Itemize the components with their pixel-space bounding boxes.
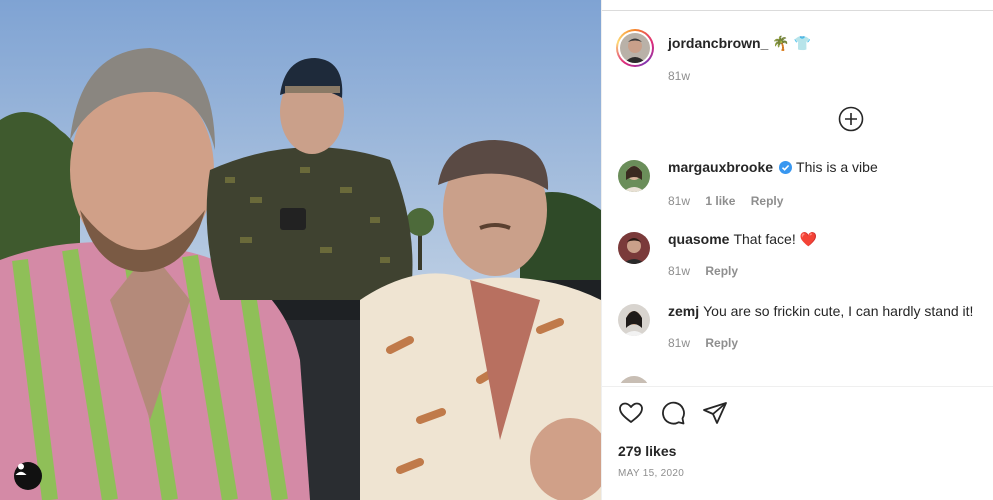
paper-plane-icon[interactable] (702, 400, 728, 426)
comment-item: margauxbrooke This is a vibe 81w 1 like R… (618, 158, 988, 230)
author-emojis: 🌴 👕 (772, 35, 812, 51)
commenter-avatar[interactable] (618, 160, 650, 192)
post-side-panel: jordancbrown_ 🌴 👕 81w margauxbrooke This i… (601, 0, 993, 500)
commenter-avatar[interactable] (618, 376, 650, 383)
commenter-avatar[interactable] (618, 304, 650, 336)
comment-text: That face! ❤️ (733, 231, 818, 247)
post-author: jordancbrown_ 🌴 👕 81w (616, 29, 811, 83)
author-avatar[interactable] (616, 29, 654, 67)
comment-item: zemj You are so frickin cute, I can hardl… (618, 302, 988, 374)
comments-list[interactable]: margauxbrooke This is a vibe 81w 1 like R… (618, 158, 988, 383)
comment-text: You are so frickin cute, I can hardly st… (703, 303, 974, 319)
comment-item: quasome That face! ❤️ 81w Reply (618, 230, 988, 302)
comment-username[interactable]: zemj (668, 303, 699, 319)
comment-username[interactable]: quasome (668, 231, 729, 247)
divider (602, 10, 993, 11)
comment-text: This is a vibe (796, 159, 878, 175)
photo-illustration (0, 0, 601, 500)
like-count[interactable]: 279 likes (618, 443, 676, 459)
comment-item-partial (618, 374, 988, 383)
user-tag-icon[interactable] (14, 462, 42, 490)
reply-button[interactable]: Reply (705, 336, 738, 350)
comment-username[interactable]: margauxbrooke (668, 159, 773, 175)
comment-time[interactable]: 81w (668, 264, 690, 278)
post-actions (618, 400, 728, 426)
comment-bubble-icon[interactable] (660, 400, 686, 426)
reply-button[interactable]: Reply (751, 194, 784, 208)
comment-time[interactable]: 81w (668, 336, 690, 350)
divider (602, 386, 993, 387)
plus-circle-icon[interactable] (838, 106, 864, 132)
heart-icon[interactable] (618, 400, 644, 426)
comment-time[interactable]: 81w (668, 194, 690, 208)
reply-button[interactable]: Reply (705, 264, 738, 278)
author-username[interactable]: jordancbrown_ (668, 35, 768, 51)
post-time[interactable]: 81w (668, 69, 811, 83)
post-date: MAY 15, 2020 (618, 468, 685, 479)
post-photo[interactable] (0, 0, 601, 500)
commenter-avatar[interactable] (618, 232, 650, 264)
comment-likes[interactable]: 1 like (705, 194, 735, 208)
verified-badge-icon (779, 160, 793, 178)
